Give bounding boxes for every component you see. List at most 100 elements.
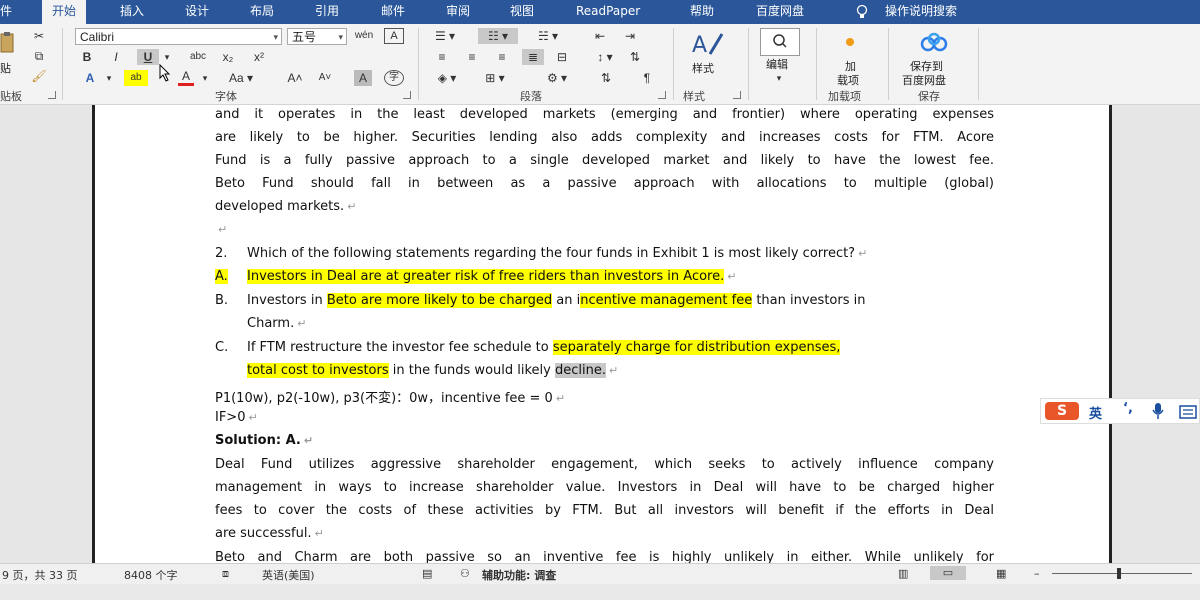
tab-references[interactable]: 引用 [315,0,339,24]
addin-button-line2[interactable]: 载项 [837,72,859,88]
addin-dot-icon[interactable] [846,38,854,46]
italic-button[interactable]: I [107,49,125,65]
option-a-text: Investors in Deal are at greater risk of… [247,269,737,284]
borders-icon[interactable]: ⊞ ▾ [480,70,510,86]
cut-icon[interactable]: ✂ [30,28,48,44]
bullets-icon[interactable]: ☰ ▾ [432,28,458,44]
option-c-label: C. [215,340,229,355]
zoom-slider[interactable] [1052,573,1192,574]
body-line-1: and it operates in the least developed m… [215,107,994,122]
web-layout-icon[interactable]: ▦ [996,567,1006,580]
language-indicator[interactable]: 英语(美国) [262,567,315,583]
body-line-3: Fund is a fully passive approach to a si… [215,153,994,168]
shrink-font-icon[interactable]: A˅ [315,70,335,86]
highlight-icon[interactable]: ab [124,70,148,86]
ime-toolbar[interactable]: S 英 ‘, [1040,398,1200,424]
bold-button[interactable]: B [78,49,96,65]
char-border-icon[interactable]: A [384,28,404,44]
read-mode-icon[interactable]: ▥ [898,567,908,580]
paste-label[interactable]: 贴 [0,60,11,76]
underline-button[interactable]: U [137,49,159,65]
sogou-logo-icon[interactable]: S [1045,402,1079,420]
font-name-field[interactable]: Calibri ▾ [75,28,282,45]
search-icon[interactable] [760,28,800,56]
save-to-baidu-line2[interactable]: 百度网盘 [902,72,946,88]
document-area[interactable]: and it operates in the least developed m… [0,105,1200,563]
lightbulb-icon[interactable] [855,0,869,24]
justify-icon[interactable]: ≣ [522,49,544,65]
styles-gallery-icon[interactable]: A [690,28,726,62]
grow-font-icon[interactable]: A˄ [285,70,305,86]
font-launcher-icon[interactable] [403,91,411,99]
strikethrough-button[interactable]: abc [186,49,210,65]
tab-layout[interactable]: 布局 [250,0,274,24]
numbering-icon[interactable]: ☷ ▾ [478,28,518,44]
microphone-icon[interactable] [1151,402,1165,424]
accessibility-status[interactable]: 辅助功能: 调查 [482,567,556,583]
tab-review[interactable]: 审阅 [446,0,470,24]
tell-me-search[interactable]: 操作说明搜索 [885,0,957,24]
styles-button[interactable]: 样式 [692,60,714,76]
group-font-label: 字体 [215,90,237,103]
underline-dropdown-icon[interactable]: ▾ [162,49,172,65]
taskbar-strip [0,584,1200,600]
copy-icon[interactable]: ⧉ [30,48,48,64]
subscript-button[interactable]: x₂ [218,49,238,65]
tab-insert[interactable]: 插入 [120,0,144,24]
zoom-slider-handle[interactable] [1117,568,1121,579]
macro-icon[interactable]: ▤ [422,567,432,580]
tab-help[interactable]: 帮助 [690,0,714,24]
word-count[interactable]: 8408 个字 [124,567,178,583]
sort-az-icon[interactable]: ⇅ [595,70,617,86]
page-count[interactable]: 9 页，共 33 页 [2,567,78,583]
accessibility-icon[interactable]: ⚇ [460,567,470,580]
format-painter-icon[interactable]: 🖌 [30,68,48,84]
asian-layout-icon[interactable]: ⚙ ▾ [540,70,574,86]
show-marks-icon[interactable]: ¶ [640,70,654,86]
align-left-icon[interactable]: ≡ [432,49,452,65]
enclose-char-icon[interactable]: 字 [384,70,404,86]
explanation-line-5: Beto and Charm are both passive so an in… [215,550,994,563]
editing-dropdown-icon[interactable]: ▾ [772,70,786,86]
font-color-icon[interactable]: A [178,70,194,86]
solution-heading: Solution: A. ↵ [215,433,314,448]
paste-icon[interactable] [0,30,16,60]
print-layout-icon[interactable]: ▭ [930,566,966,580]
tab-design[interactable]: 设计 [185,0,209,24]
document-page[interactable]: and it operates in the least developed m… [92,105,1112,563]
superscript-button[interactable]: x² [249,49,269,65]
tab-baidu-netdisk[interactable]: 百度网盘 [756,0,804,24]
phonetic-guide-icon[interactable]: wén [353,28,375,44]
sort-icon[interactable]: ⇅ [625,49,645,65]
styles-launcher-icon[interactable] [733,91,741,99]
tab-mailings[interactable]: 邮件 [381,0,405,24]
group-styles-label: 样式 [683,90,705,103]
change-case-icon[interactable]: Aa ▾ [225,70,257,86]
tab-readpaper[interactable]: ReadPaper [576,0,640,24]
ime-language-toggle[interactable]: 英 [1089,403,1102,422]
group-paragraph-label: 段落 [520,90,542,103]
multilevel-list-icon[interactable]: ☵ ▾ [528,28,568,44]
increase-indent-icon[interactable]: ⇥ [620,28,640,44]
tab-file[interactable]: 件 [0,0,12,24]
shading-icon[interactable]: ◈ ▾ [432,70,462,86]
proofing-icon[interactable]: ⧈ [222,567,229,581]
baidu-cloud-icon[interactable] [918,32,952,56]
zoom-out-icon[interactable]: – [1034,567,1040,580]
decrease-indent-icon[interactable]: ⇤ [590,28,610,44]
clipboard-launcher-icon[interactable] [48,91,56,99]
tab-view[interactable]: 视图 [510,0,534,24]
text-effects-icon[interactable]: A [80,70,100,86]
font-color-dropdown-icon[interactable]: ▾ [200,70,210,86]
keyboard-icon[interactable] [1179,404,1197,423]
text-effects-dropdown-icon[interactable]: ▾ [104,70,114,86]
char-shading-icon[interactable]: A [354,70,372,86]
font-size-field[interactable]: 五号 ▾ [287,28,347,45]
punctuation-icon[interactable]: ‘, [1123,401,1133,416]
align-right-icon[interactable]: ≡ [492,49,512,65]
distributed-icon[interactable]: ⊟ [552,49,572,65]
line-spacing-icon[interactable]: ↕ ▾ [590,49,620,65]
align-center-icon[interactable]: ≡ [462,49,482,65]
paragraph-launcher-icon[interactable] [658,91,666,99]
tab-home[interactable]: 开始 [42,0,87,24]
